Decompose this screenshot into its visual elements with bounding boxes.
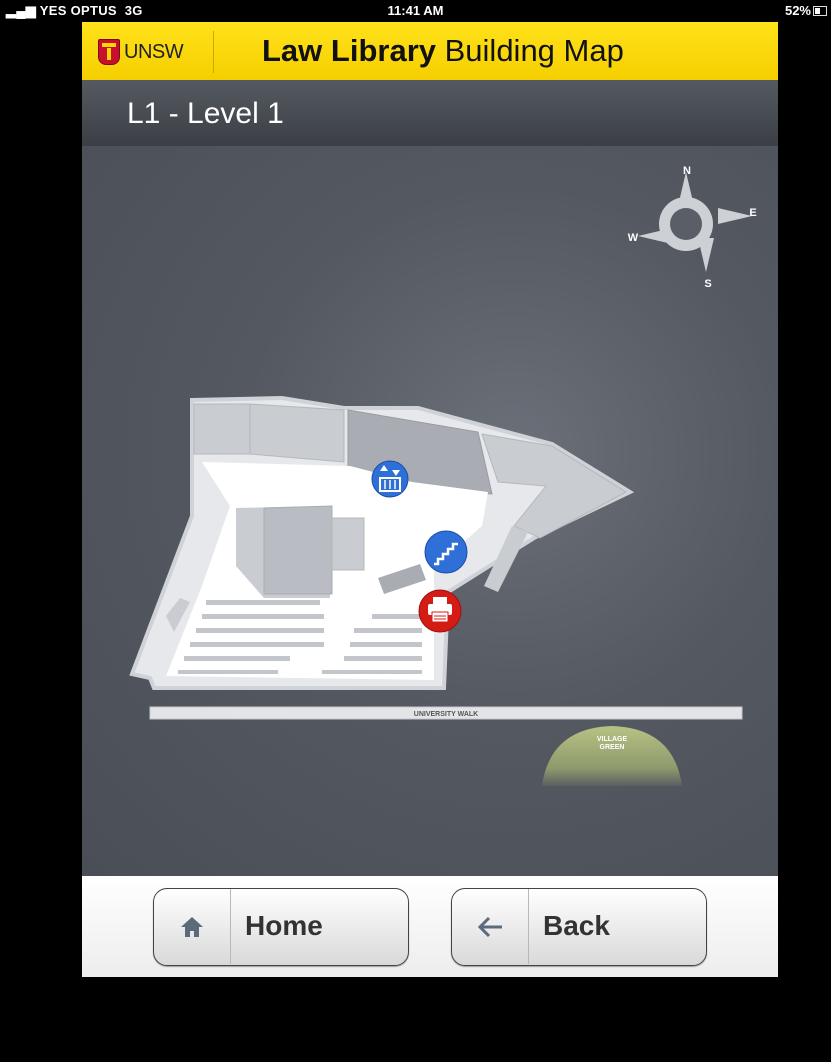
logo-wordmark: UNSW [124,40,184,63]
map-canvas: N E S W UNIVERSITY WALK VILLAGE GREEN [129,165,757,786]
status-bar: ▂▄▆ YES OPTUS 3G 11:41 AM 52% [0,0,831,22]
university-walk: UNIVERSITY WALK [149,706,743,720]
crest-icon [98,39,120,65]
compass-icon: N E S W [628,165,757,290]
floor-map[interactable]: N E S W UNIVERSITY WALK VILLAGE GREEN [82,146,778,876]
page-title-rest: Building Map [444,33,624,68]
compass-s-label: S [704,278,711,290]
battery-percent: 52% [784,3,811,18]
page-title: Law Library Building Map [262,33,624,69]
village-green: VILLAGE GREEN [542,726,682,786]
back-arrow-icon [477,916,502,937]
lift-icon[interactable] [371,460,409,498]
printer-icon[interactable] [418,589,462,633]
home-button[interactable]: Home [153,888,409,966]
clock: 11:41 AM [387,3,444,18]
village-green-label-2: GREEN [600,744,625,751]
building-floorplan [129,395,635,690]
unsw-logo: UNSW [98,36,184,68]
home-icon-box [154,889,231,964]
back-button[interactable]: Back [451,888,707,966]
battery-icon [813,6,827,16]
back-button-label: Back [543,910,610,941]
home-button-label: Home [245,910,323,941]
bottom-toolbar: Home Back [82,876,778,977]
stairs-icon[interactable] [424,530,468,574]
header-divider [213,31,214,73]
compass-n-label: N [683,165,691,177]
compass-e-label: E [749,207,756,219]
level-title: L1 - Level 1 [127,97,284,130]
university-walk-label: UNIVERSITY WALK [414,711,478,718]
village-green-label-1: VILLAGE [597,736,628,743]
header-bar: UNSW Law Library Building Map [82,22,778,80]
back-icon-box [452,889,529,964]
app-screen: UNSW Law Library Building Map L1 - Level… [82,22,778,977]
compass-w-label: W [628,232,639,244]
page-title-bold: Law Library [262,33,436,68]
level-bar: L1 - Level 1 [82,80,778,147]
home-icon [181,916,203,937]
